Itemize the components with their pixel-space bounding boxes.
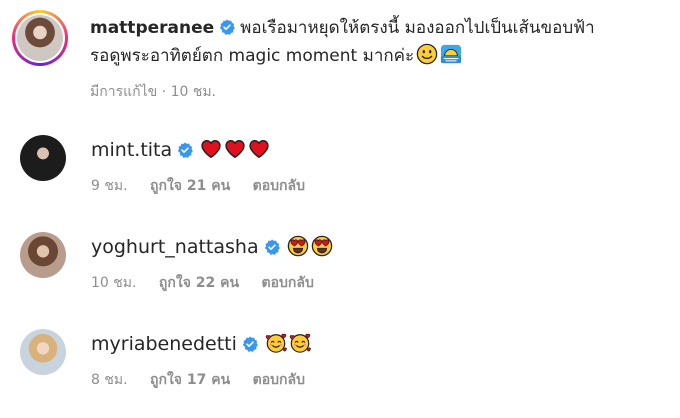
sunset-emoji-icon <box>440 43 462 65</box>
reply-button[interactable]: ตอบกลับ <box>262 275 314 291</box>
comment-text: mint.tita <box>91 135 270 165</box>
verified-badge-icon <box>219 19 235 35</box>
post-username[interactable]: mattperanee <box>90 18 214 38</box>
comment-time[interactable]: 8 ชม. <box>91 372 128 388</box>
comment-item: mint.tita 9 ชม. ถูกใจ 21 คน ตอบกลับ <box>20 135 660 215</box>
heart-emoji-icon <box>200 138 222 160</box>
comment-time[interactable]: 9 ชม. <box>91 178 128 194</box>
comment-likes[interactable]: ถูกใจ 22 คน <box>159 275 239 291</box>
post-time[interactable]: 10 ชม. <box>171 84 216 100</box>
verified-badge-icon <box>242 336 258 352</box>
avatar <box>17 15 63 61</box>
comment-text: yoghurt_nattasha <box>91 232 333 262</box>
comment-username[interactable]: mint.tita <box>91 139 172 161</box>
reply-button[interactable]: ตอบกลับ <box>253 372 305 388</box>
comment-meta: 10 ชม. ถูกใจ 22 คน ตอบกลับ <box>91 272 332 294</box>
avatar[interactable] <box>20 232 66 278</box>
heart-emoji-icon <box>248 138 270 160</box>
smiling-hearts-emoji-icon <box>289 332 311 354</box>
comment-likes[interactable]: ถูกใจ 17 คน <box>150 372 230 388</box>
verified-badge-icon <box>177 142 193 158</box>
comment-meta: 9 ชม. ถูกใจ 21 คน ตอบกลับ <box>91 175 323 197</box>
verified-badge-icon <box>264 239 280 255</box>
edited-label: มีการแก้ไข <box>90 84 158 100</box>
heart-emoji-icon <box>224 138 246 160</box>
comment-username[interactable]: myriabenedetti <box>91 333 237 355</box>
heart-eyes-emoji-icon <box>311 235 333 257</box>
avatar[interactable] <box>20 329 66 375</box>
caption-line-2: รอดูพระอาทิตย์ตก magic moment มากค่ะ <box>90 46 415 66</box>
avatar[interactable] <box>20 135 66 181</box>
smiling-hearts-emoji-icon <box>265 332 287 354</box>
comment-likes[interactable]: ถูกใจ 21 คน <box>150 178 230 194</box>
post-meta: มีการแก้ไข · 10 ชม. <box>90 81 216 103</box>
caption-text: mattperanee พอเรือมาหยุดให้ตรงนี้ มองออกไ… <box>90 14 670 70</box>
comment-time[interactable]: 10 ชม. <box>91 275 136 291</box>
smile-emoji-icon <box>416 43 438 65</box>
comment-meta: 8 ชม. ถูกใจ 17 คน ตอบกลับ <box>91 369 323 391</box>
comment-text: myriabenedetti <box>91 329 311 359</box>
comment-item: myriabenedetti 8 ชม. ถูกใจ 17 คน ตอบกลับ <box>20 329 660 409</box>
story-ring-avatar[interactable] <box>12 10 68 66</box>
meta-separator: · <box>161 84 167 100</box>
heart-eyes-emoji-icon <box>287 235 309 257</box>
comment-username[interactable]: yoghurt_nattasha <box>91 236 259 258</box>
reply-button[interactable]: ตอบกลับ <box>253 178 305 194</box>
caption-line-1: พอเรือมาหยุดให้ตรงนี้ มองออกไปเป็นเส้นขอ… <box>240 18 595 38</box>
comment-item: yoghurt_nattasha 10 ชม. ถูกใจ 22 คน ตอบก… <box>20 232 660 312</box>
